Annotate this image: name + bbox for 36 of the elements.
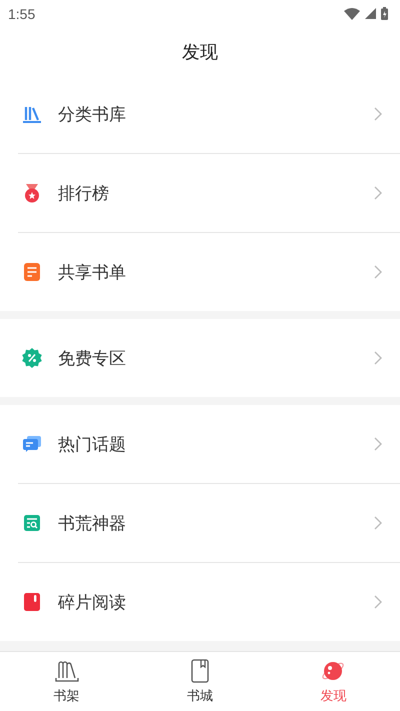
chevron-right-icon bbox=[374, 595, 382, 610]
menu-item[interactable]: 碎片阅读 bbox=[18, 562, 400, 642]
menu-item[interactable]: 共享书单 bbox=[18, 232, 400, 312]
menu-item[interactable]: 书荒神器 bbox=[18, 483, 400, 562]
search-list-icon bbox=[22, 513, 42, 534]
chevron-right-icon bbox=[374, 351, 382, 366]
chevron-right-icon bbox=[374, 516, 382, 530]
signal-icon bbox=[365, 8, 376, 20]
page-title: 发现 bbox=[182, 40, 218, 64]
percent-badge-icon bbox=[22, 348, 42, 368]
menu-item[interactable]: 分类书库 bbox=[0, 75, 400, 154]
menu-item[interactable]: 排行榜 bbox=[18, 153, 400, 232]
tab[interactable]: 书架 bbox=[0, 652, 134, 711]
menu-item[interactable]: 免费专区 bbox=[0, 319, 400, 398]
menu-label: 热门话题 bbox=[58, 434, 127, 456]
tab[interactable]: 发现 bbox=[266, 652, 400, 711]
books-icon bbox=[22, 104, 42, 124]
menu-label: 碎片阅读 bbox=[58, 592, 127, 614]
menu-item[interactable]: 热门话题 bbox=[0, 405, 400, 484]
tab[interactable]: 书城 bbox=[133, 652, 267, 711]
chevron-right-icon bbox=[374, 265, 382, 280]
chevron-right-icon bbox=[374, 186, 382, 200]
menu-label: 分类书库 bbox=[58, 104, 127, 126]
bookmark-card-icon bbox=[22, 592, 42, 612]
chevron-right-icon bbox=[374, 437, 382, 452]
menu-label: 排行榜 bbox=[58, 182, 110, 205]
menu-label: 共享书单 bbox=[58, 262, 127, 284]
chat-icon bbox=[22, 434, 42, 454]
menu-label: 书荒神器 bbox=[58, 512, 127, 535]
status-time: 1:55 bbox=[8, 6, 36, 22]
list-icon bbox=[22, 262, 42, 282]
battery-icon bbox=[381, 7, 388, 20]
medal-icon bbox=[22, 183, 42, 204]
menu-label: 免费专区 bbox=[58, 348, 127, 370]
chevron-right-icon bbox=[374, 107, 382, 122]
wifi-icon bbox=[344, 8, 360, 20]
